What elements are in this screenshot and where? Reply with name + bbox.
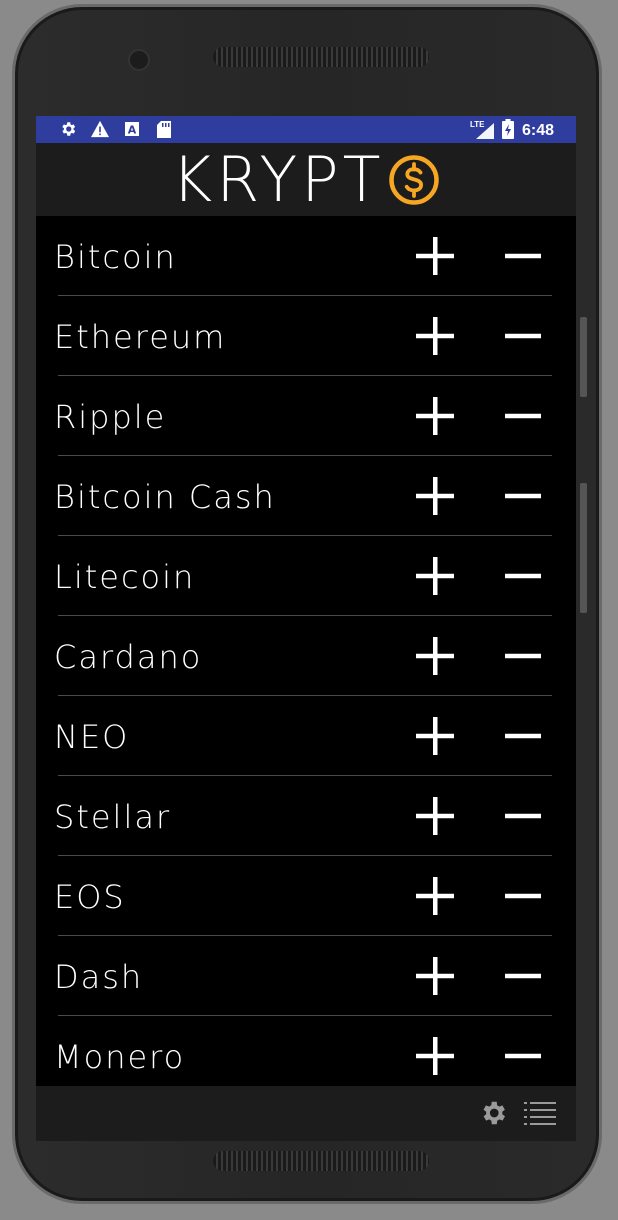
coin-name: Stellar	[54, 798, 172, 836]
bottom-nav	[36, 1086, 576, 1141]
app-header: KRYPT	[36, 143, 576, 216]
coin-row: Ripple	[36, 376, 576, 456]
minus-icon[interactable]	[501, 234, 545, 278]
minus-icon[interactable]	[501, 394, 545, 438]
coin-row: Cardano	[36, 616, 576, 696]
coin-name: NEO	[54, 718, 130, 756]
minus-icon[interactable]	[501, 954, 545, 998]
plus-icon[interactable]	[413, 234, 457, 278]
plus-icon[interactable]	[413, 554, 457, 598]
coin-name: Ripple	[54, 398, 167, 436]
coin-list: Bitcoin Ethereum Ripple Bitcoin Cash Litecoi…	[36, 216, 576, 1086]
svg-text:A: A	[128, 124, 137, 137]
app-title: KRYPT	[171, 142, 385, 216]
top-speaker	[213, 47, 429, 67]
dollar-coin-icon	[389, 154, 440, 205]
minus-icon[interactable]	[501, 554, 545, 598]
minus-icon[interactable]	[501, 314, 545, 358]
minus-icon[interactable]	[501, 714, 545, 758]
status-time: 6:48	[521, 122, 554, 139]
plus-icon[interactable]	[413, 474, 457, 518]
coin-name: Monero	[54, 1038, 186, 1076]
minus-icon[interactable]	[501, 474, 545, 518]
coin-row: NEO	[36, 696, 576, 776]
network-label: LTE	[470, 120, 485, 129]
coin-name: Bitcoin Cash	[54, 478, 276, 516]
app-screen: A LTE 6:48 KRYPT Bitcoin Ethereum Ripple Bi…	[36, 116, 576, 1086]
volume-button	[580, 317, 587, 397]
plus-icon[interactable]	[413, 794, 457, 838]
coin-row: Monero	[36, 1016, 576, 1086]
sd-card-icon	[154, 120, 174, 138]
coin-row: Stellar	[36, 776, 576, 856]
coin-name: Dash	[54, 958, 144, 996]
minus-icon[interactable]	[501, 794, 545, 838]
battery-icon	[501, 119, 514, 143]
coin-row: EOS	[36, 856, 576, 936]
coin-name: Ethereum	[54, 318, 227, 356]
plus-icon[interactable]	[413, 1034, 457, 1078]
gear-icon[interactable]	[478, 1098, 508, 1128]
warning-icon	[90, 120, 110, 138]
coin-name: EOS	[54, 878, 126, 916]
coin-name: Cardano	[54, 638, 203, 676]
settings-icon	[58, 120, 78, 138]
plus-icon[interactable]	[413, 874, 457, 918]
minus-icon[interactable]	[501, 634, 545, 678]
bottom-speaker	[213, 1151, 429, 1171]
minus-icon[interactable]	[501, 874, 545, 918]
power-button	[580, 483, 587, 613]
coin-row: Dash	[36, 936, 576, 1016]
a-box-icon: A	[122, 120, 142, 138]
coin-row: Bitcoin	[36, 216, 576, 296]
plus-icon[interactable]	[413, 954, 457, 998]
plus-icon[interactable]	[413, 314, 457, 358]
coin-name: Bitcoin	[54, 238, 177, 276]
list-icon[interactable]	[524, 1100, 556, 1126]
signal-icon: LTE	[470, 119, 494, 143]
plus-icon[interactable]	[413, 394, 457, 438]
minus-icon[interactable]	[501, 1034, 545, 1078]
plus-icon[interactable]	[413, 714, 457, 758]
coin-row: Litecoin	[36, 536, 576, 616]
coin-row: Ethereum	[36, 296, 576, 376]
plus-icon[interactable]	[413, 634, 457, 678]
coin-row: Bitcoin Cash	[36, 456, 576, 536]
status-bar: A LTE 6:48	[36, 116, 576, 143]
coin-name: Litecoin	[54, 558, 196, 596]
front-camera	[128, 49, 150, 71]
